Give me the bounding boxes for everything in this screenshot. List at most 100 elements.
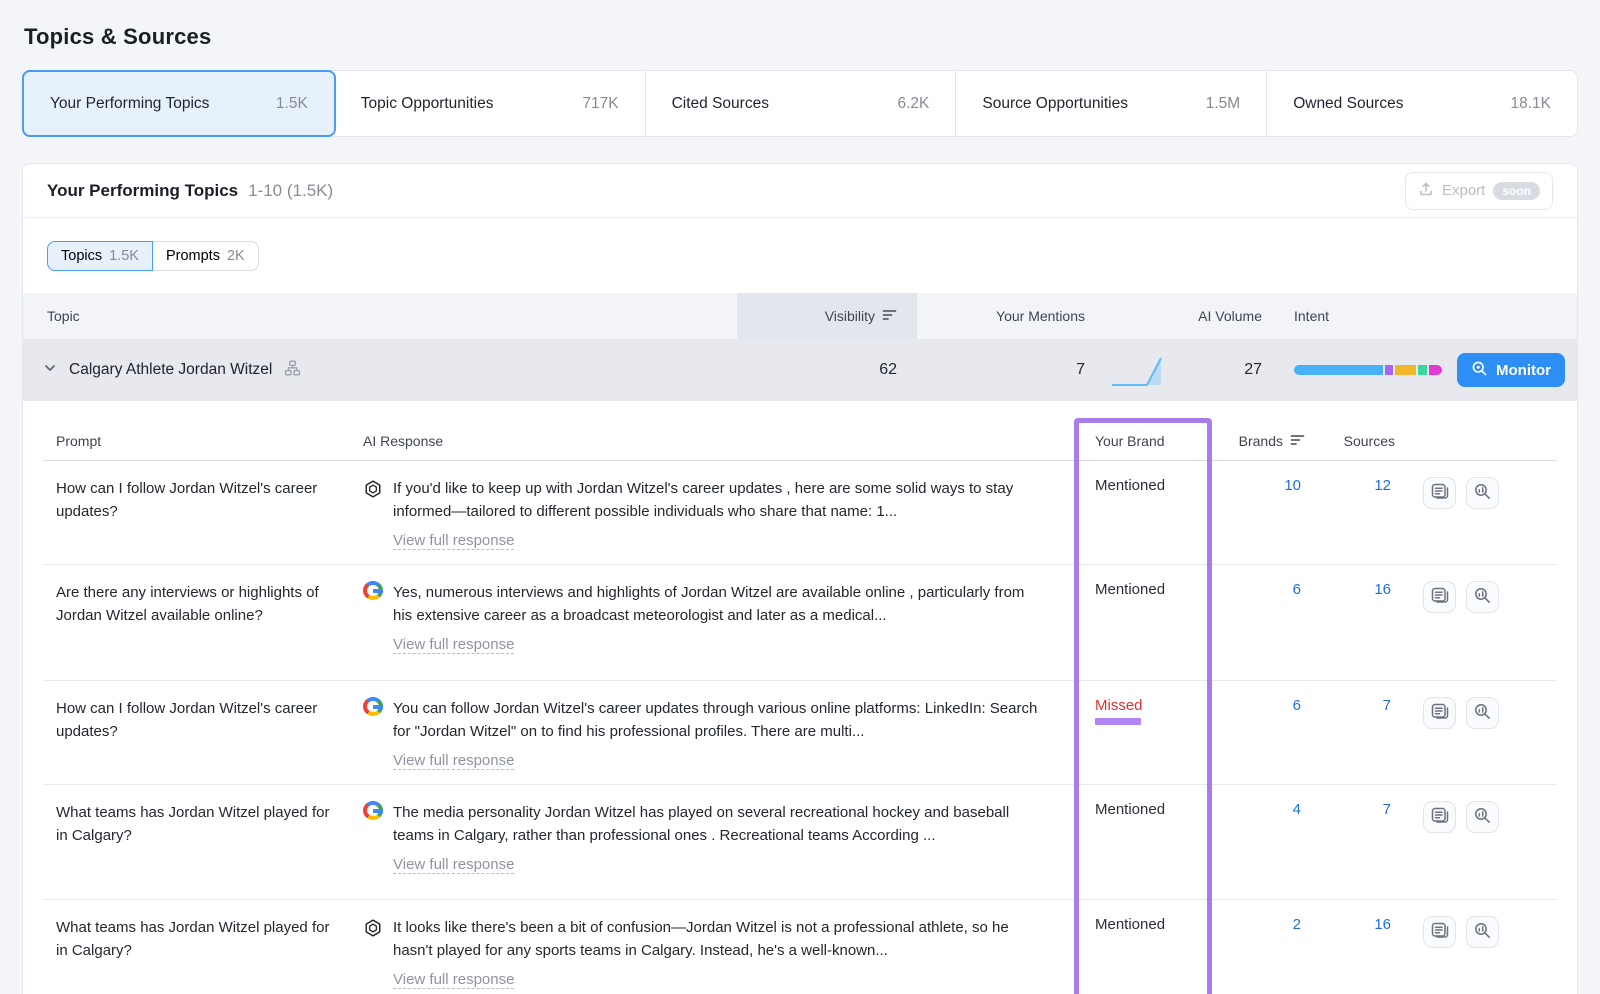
sort-desc-icon bbox=[1290, 433, 1305, 449]
col-visibility[interactable]: Visibility bbox=[737, 293, 917, 339]
monitor-label: Monitor bbox=[1496, 362, 1551, 379]
view-full-response-link[interactable]: View full response bbox=[393, 856, 514, 874]
tab-label: Source Opportunities bbox=[982, 95, 1128, 113]
prompt-text: How can I follow Jordan Witzel's career … bbox=[43, 681, 363, 784]
tab-cited-sources[interactable]: Cited Sources 6.2K bbox=[646, 71, 957, 136]
ai-response-text: It looks like there's been a bit of conf… bbox=[393, 916, 1043, 962]
document-list-icon bbox=[1431, 483, 1449, 503]
col-your-mentions[interactable]: Your Mentions bbox=[917, 308, 1097, 324]
brands-count-link[interactable]: 6 bbox=[1293, 697, 1301, 714]
col-brands[interactable]: Brands bbox=[1213, 421, 1305, 460]
col-topic[interactable]: Topic bbox=[23, 308, 737, 324]
magnifier-chart-icon bbox=[1474, 703, 1491, 723]
prompt-row: How can I follow Jordan Witzel's career … bbox=[43, 681, 1557, 785]
tab-topic-opportunities[interactable]: Topic Opportunities 717K bbox=[335, 71, 646, 136]
prompt-table-header: Prompt AI Response Your Brand Brands Sou… bbox=[43, 421, 1557, 461]
col-your-brand: Your Brand bbox=[1073, 421, 1213, 460]
toggle-topics[interactable]: Topics 1.5K bbox=[47, 241, 153, 271]
export-button[interactable]: Export soon bbox=[1405, 172, 1553, 210]
col-intent[interactable]: Intent bbox=[1277, 308, 1447, 324]
col-brands-label: Brands bbox=[1239, 433, 1283, 449]
tab-label: Your Performing Topics bbox=[50, 95, 209, 113]
sources-count-link[interactable]: 16 bbox=[1374, 916, 1391, 933]
sources-count-link[interactable]: 7 bbox=[1383, 697, 1391, 714]
tab-label: Cited Sources bbox=[672, 95, 769, 113]
export-icon bbox=[1418, 181, 1434, 201]
magnifier-chart-icon bbox=[1474, 483, 1491, 503]
panel-range: 1-10 (1.5K) bbox=[248, 181, 333, 201]
top-tabbar: Your Performing Topics 1.5K Topic Opport… bbox=[22, 70, 1578, 137]
your-brand-status-missed: Missed bbox=[1095, 697, 1143, 714]
tab-count: 6.2K bbox=[898, 95, 930, 113]
tab-label: Owned Sources bbox=[1293, 95, 1403, 113]
topic-mentions-value: 7 bbox=[917, 361, 1097, 379]
analyze-response-button[interactable] bbox=[1466, 916, 1499, 948]
col-visibility-label: Visibility bbox=[825, 308, 875, 324]
monitor-button[interactable]: Monitor bbox=[1457, 353, 1565, 387]
prompt-text: What teams has Jordan Witzel played for … bbox=[43, 900, 363, 994]
intent-bar bbox=[1294, 365, 1442, 375]
performing-topics-panel: Your Performing Topics 1-10 (1.5K) Expor… bbox=[22, 163, 1578, 994]
view-full-response-link[interactable]: View full response bbox=[393, 636, 514, 654]
soon-badge: soon bbox=[1493, 182, 1540, 200]
topics-prompts-toggle: Topics 1.5K Prompts 2K bbox=[47, 241, 259, 271]
topic-table-header: Topic Visibility Your Mentions AI Volume… bbox=[23, 293, 1577, 339]
topic-name: Calgary Athlete Jordan Witzel bbox=[69, 361, 272, 379]
view-prompt-button[interactable] bbox=[1423, 697, 1456, 729]
mentions-sparkline bbox=[1097, 351, 1177, 389]
prompt-text: What teams has Jordan Witzel played for … bbox=[43, 785, 363, 899]
ai-response-text: The media personality Jordan Witzel has … bbox=[393, 801, 1043, 847]
export-label: Export bbox=[1442, 182, 1485, 199]
view-full-response-link[interactable]: View full response bbox=[393, 532, 514, 550]
tab-count: 1.5K bbox=[276, 95, 308, 113]
view-prompt-button[interactable] bbox=[1423, 581, 1456, 613]
your-brand-status: Mentioned bbox=[1073, 900, 1213, 994]
your-brand-status: Mentioned bbox=[1073, 461, 1213, 564]
tab-source-opportunities[interactable]: Source Opportunities 1.5M bbox=[956, 71, 1267, 136]
view-prompt-button[interactable] bbox=[1423, 477, 1456, 509]
toggle-prompts-label: Prompts bbox=[166, 248, 220, 264]
page-title: Topics & Sources bbox=[0, 0, 1600, 70]
panel-header: Your Performing Topics 1-10 (1.5K) Expor… bbox=[23, 164, 1577, 218]
document-list-icon bbox=[1431, 703, 1449, 723]
sitemap-icon[interactable] bbox=[284, 360, 301, 381]
col-ai-response: AI Response bbox=[363, 421, 1073, 460]
sources-count-link[interactable]: 12 bbox=[1374, 477, 1391, 494]
google-icon bbox=[363, 581, 383, 600]
document-list-icon bbox=[1431, 807, 1449, 827]
ai-response-text: Yes, numerous interviews and highlights … bbox=[393, 581, 1043, 627]
ai-response-text: You can follow Jordan Witzel's career up… bbox=[393, 697, 1043, 743]
view-prompt-button[interactable] bbox=[1423, 801, 1456, 833]
toggle-topics-label: Topics bbox=[61, 248, 102, 264]
tab-owned-sources[interactable]: Owned Sources 18.1K bbox=[1267, 71, 1577, 136]
google-icon bbox=[363, 697, 383, 716]
analyze-response-button[interactable] bbox=[1466, 697, 1499, 729]
topic-row[interactable]: Calgary Athlete Jordan Witzel 62 7 27 bbox=[23, 339, 1577, 401]
analyze-response-button[interactable] bbox=[1466, 581, 1499, 613]
col-sources: Sources bbox=[1305, 421, 1395, 460]
col-prompt: Prompt bbox=[43, 421, 363, 460]
tab-count: 717K bbox=[582, 95, 618, 113]
toggle-prompts[interactable]: Prompts 2K bbox=[153, 241, 259, 271]
prompt-text: How can I follow Jordan Witzel's career … bbox=[43, 461, 363, 564]
chevron-down-icon[interactable] bbox=[43, 361, 57, 380]
sources-count-link[interactable]: 7 bbox=[1383, 801, 1391, 818]
toggle-prompts-count: 2K bbox=[227, 248, 245, 264]
missed-underline-annotation bbox=[1095, 718, 1141, 725]
brands-count-link[interactable]: 10 bbox=[1284, 477, 1301, 494]
magnifier-chart-icon bbox=[1474, 587, 1491, 607]
view-prompt-button[interactable] bbox=[1423, 916, 1456, 948]
your-brand-status: Mentioned bbox=[1073, 785, 1213, 899]
view-toggle-row: Topics 1.5K Prompts 2K bbox=[23, 218, 1577, 293]
col-ai-volume[interactable]: AI Volume bbox=[1177, 308, 1277, 324]
brands-count-link[interactable]: 4 bbox=[1293, 801, 1301, 818]
brands-count-link[interactable]: 2 bbox=[1293, 916, 1301, 933]
sources-count-link[interactable]: 16 bbox=[1374, 581, 1391, 598]
view-full-response-link[interactable]: View full response bbox=[393, 971, 514, 989]
tab-your-performing-topics[interactable]: Your Performing Topics 1.5K bbox=[22, 70, 336, 137]
analyze-response-button[interactable] bbox=[1466, 477, 1499, 509]
topic-visibility-value: 62 bbox=[737, 361, 917, 379]
brands-count-link[interactable]: 6 bbox=[1293, 581, 1301, 598]
view-full-response-link[interactable]: View full response bbox=[393, 752, 514, 770]
analyze-response-button[interactable] bbox=[1466, 801, 1499, 833]
